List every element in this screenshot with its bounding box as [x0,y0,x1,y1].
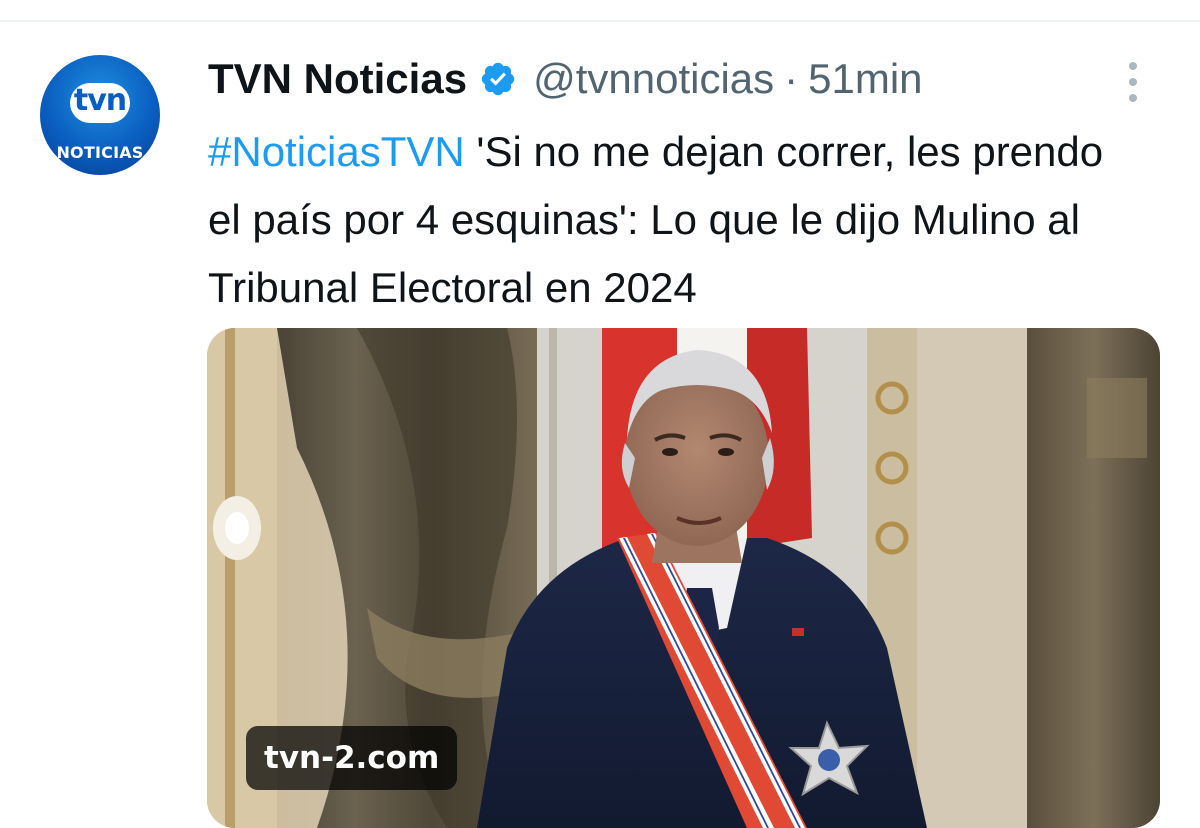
logo-bottom-text: NOTICIAS [56,143,144,162]
avatar[interactable]: tvn NOTICIAS [40,55,160,175]
tvn-logo: tvn [70,83,130,123]
tweet-header: TVN Noticias @tvnnoticias · 51min [208,50,923,108]
tweet-body: #NoticiasTVN 'Si no me dejan correr, les… [208,118,1138,322]
author-name[interactable]: TVN Noticias [208,55,467,103]
more-dot [1129,62,1137,70]
hashtag-link[interactable]: #NoticiasTVN [208,128,465,175]
logo-top-text: tvn [73,83,127,118]
author-handle[interactable]: @tvnnoticias [533,55,774,103]
more-vertical-icon[interactable] [1121,60,1145,104]
verified-badge-icon[interactable] [479,60,517,98]
more-dot [1129,78,1137,86]
top-divider [0,20,1200,22]
tweet-timestamp[interactable]: 51min [808,55,922,103]
separator-dot: · [784,55,799,102]
more-dot [1129,94,1137,102]
media-source-label[interactable]: tvn-2.com [246,726,458,790]
